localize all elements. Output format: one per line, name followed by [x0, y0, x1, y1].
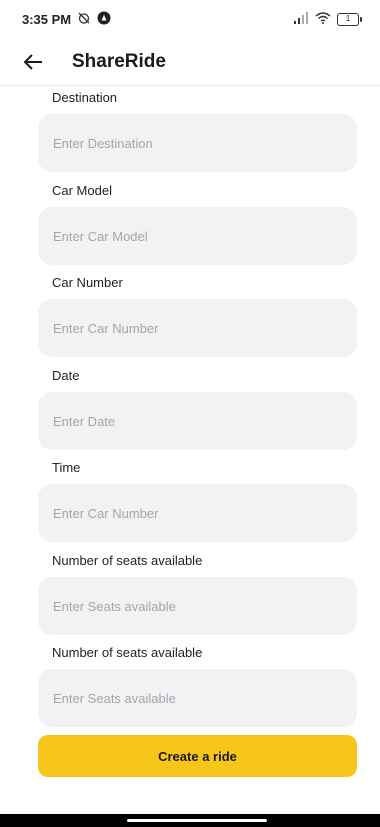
- status-right: 1: [293, 11, 362, 27]
- status-bar: 3:35 PM 1: [0, 0, 380, 38]
- car-model-input[interactable]: [38, 207, 357, 265]
- seats-label-2: Number of seats available: [52, 645, 203, 660]
- app-bar: ShareRide: [0, 38, 380, 86]
- status-left: 3:35 PM: [22, 11, 111, 28]
- app-notification-icon: [97, 11, 111, 28]
- time-label: Time: [52, 460, 81, 475]
- date-input[interactable]: [38, 392, 357, 450]
- destination-label: Destination: [52, 90, 118, 105]
- destination-input[interactable]: [38, 114, 357, 172]
- home-indicator[interactable]: [127, 819, 267, 822]
- back-arrow-icon[interactable]: [20, 49, 46, 75]
- create-ride-button[interactable]: Create a ride: [38, 735, 357, 777]
- date-label: Date: [52, 368, 80, 383]
- status-time: 3:35 PM: [22, 11, 72, 27]
- seats-input-2[interactable]: [38, 669, 357, 727]
- wifi-icon: [315, 11, 331, 27]
- car-model-label: Car Model: [52, 183, 112, 198]
- battery-icon: 1: [337, 12, 362, 26]
- page-title: ShareRide: [72, 50, 166, 72]
- navigation-bar: [0, 814, 380, 827]
- time-input[interactable]: [38, 484, 357, 542]
- alarm-off-icon: [77, 11, 91, 28]
- signal-icon: [293, 11, 309, 27]
- car-number-label: Car Number: [52, 275, 123, 290]
- seats-input[interactable]: [38, 577, 357, 635]
- seats-label: Number of seats available: [52, 553, 203, 568]
- car-number-input[interactable]: [38, 299, 357, 357]
- battery-level: 1: [337, 12, 359, 26]
